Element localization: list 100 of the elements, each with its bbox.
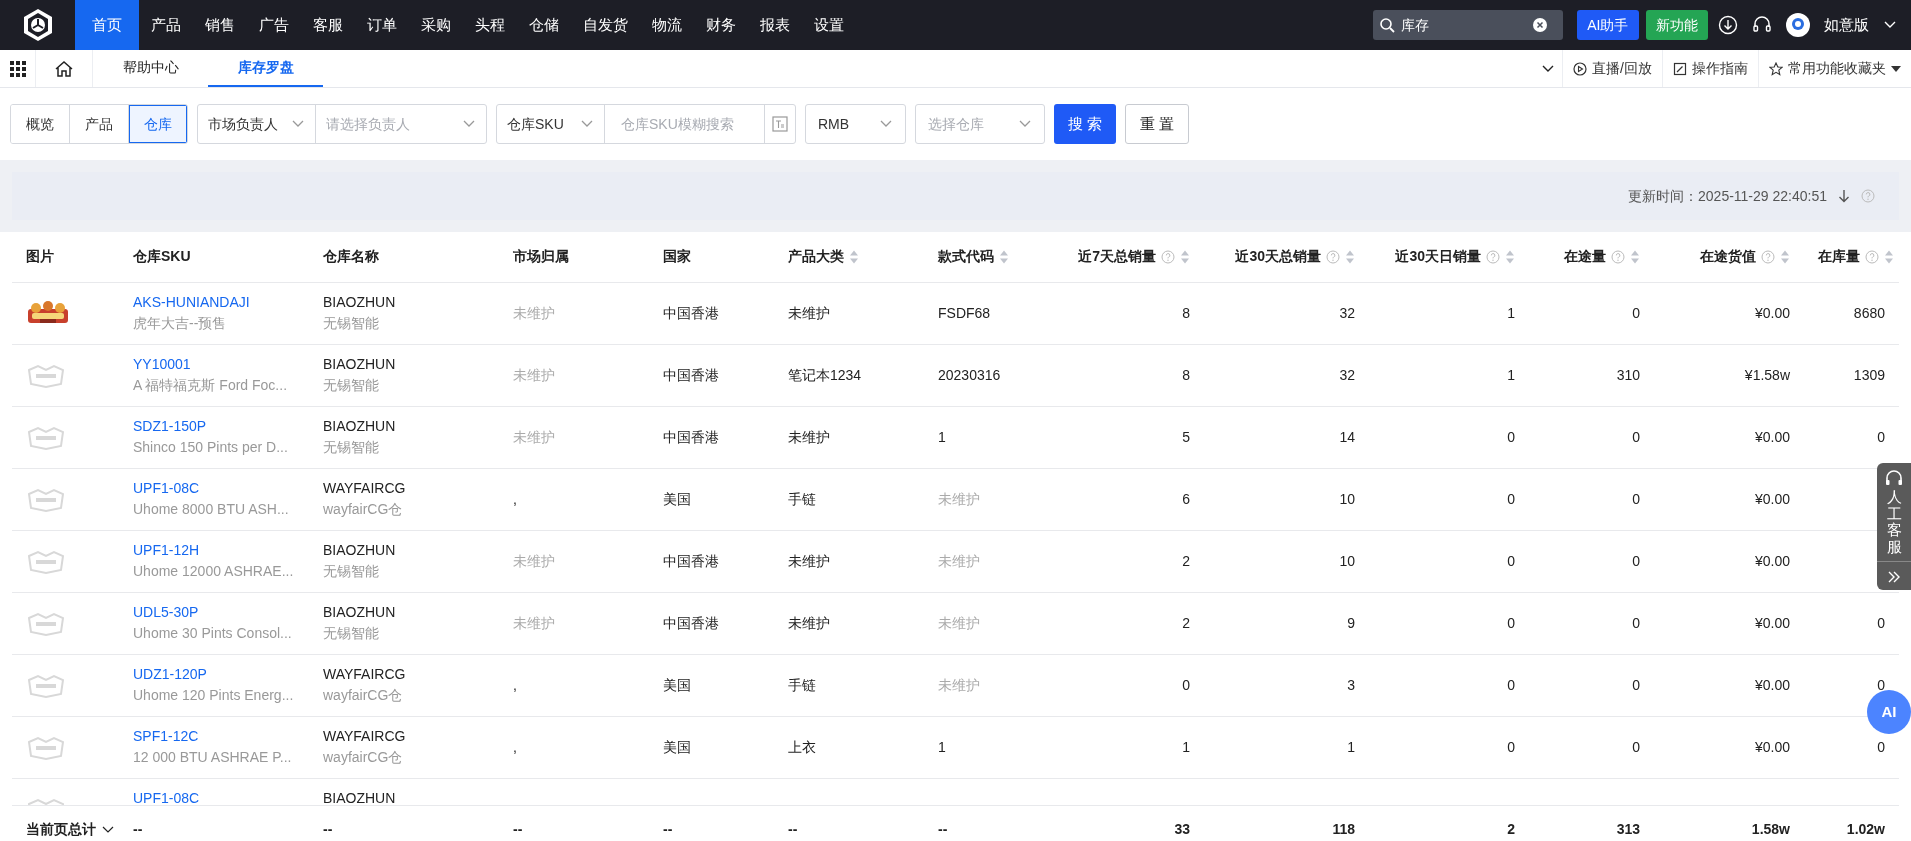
sku-link[interactable]: YY10001 [133,354,295,375]
number-cell: 0 [1632,491,1640,507]
sku-link[interactable]: SPF1-12C [133,726,295,747]
number-cell: ¥0.00 [1754,429,1790,445]
nav-menu-item[interactable]: 采购 [409,0,463,50]
sku-search-box[interactable]: 仓库SKU模糊搜索 [605,105,765,143]
search-box[interactable]: 库存 [1373,10,1564,40]
style-code: FSDF68 [938,304,991,321]
clear-icon[interactable] [1533,18,1548,32]
market-text: , [513,677,517,693]
total-cell: 2 [1507,821,1515,838]
nav-menu-item[interactable]: 物流 [640,0,694,50]
ai-assistant-button[interactable]: AI助手 [1577,10,1639,40]
search-field[interactable]: 库存 [1399,13,1530,37]
caret-down-icon[interactable] [1891,63,1901,74]
warehouse-code: WAYFAIRCG [323,727,407,746]
total-cell: 313 [1616,821,1640,838]
avatar-icon[interactable] [1786,13,1810,37]
warehouse-name: 无锡智能 [323,313,380,333]
page-tab[interactable]: 帮助中心 [93,50,208,87]
nav-menu-item[interactable]: 产品 [139,0,193,50]
nav-menu-item[interactable]: 财务 [694,0,748,50]
help-icon [1326,249,1340,264]
sku-link[interactable]: UDL5-30P [133,602,295,623]
number-cell: 310 [1616,367,1640,383]
number-cell: 1 [1182,739,1190,755]
category-text: 未维护 [788,615,830,631]
toolbar-link[interactable]: 操作指南 [1692,58,1748,79]
warehouse-code: BIAOZHUN [323,541,397,560]
nav-menu-item[interactable]: 自发货 [571,0,640,50]
market-text: , [513,491,517,507]
sku-link[interactable]: SDZ1-150P [133,416,295,437]
column-header[interactable]: 在途货值 [1700,246,1756,268]
headset-icon[interactable] [1752,15,1772,35]
sku-link[interactable]: UDZ1-120P [133,664,295,685]
number-cell: 8 [1182,304,1190,321]
number-cell: 1309 [1853,367,1885,383]
home-icon[interactable] [54,59,74,78]
number-cell: 0 [1877,739,1885,755]
style-code: 未维护 [938,491,980,507]
number-cell: 0 [1632,615,1640,631]
number-cell: 2 [1182,615,1190,631]
sku-link[interactable]: AKS-HUNIANDAJI [133,291,295,313]
page-total-label[interactable]: 当前页总计 [26,819,96,841]
product-name: Uhome 120 Pints Energ... [133,686,295,705]
column-header[interactable]: 在途量 [1564,246,1606,268]
warehouse-code: WAYFAIRCG [323,479,407,498]
column-header[interactable]: 款式代码 [938,246,994,268]
view-toggle[interactable]: 仓库 [129,105,187,143]
nav-menu-item[interactable]: 仓储 [517,0,571,50]
customer-service-widget[interactable]: 人工客服 [1877,463,1911,590]
style-code: 1 [938,739,946,755]
nav-menu-item[interactable]: 首页 [75,0,139,50]
nav-menu-item[interactable]: 广告 [247,0,301,50]
view-toggle[interactable]: 概览 [11,105,70,143]
nav-menu-item[interactable]: 设置 [802,0,856,50]
column-header[interactable]: 近30天总销量 [1235,246,1321,268]
warehouse-name: wayfairCG仓 [323,500,404,519]
apps-grid-icon[interactable] [9,60,26,77]
nav-menu-item[interactable]: 销售 [193,0,247,50]
search-icon [1379,17,1396,33]
toolbar-link[interactable]: 常用功能收藏夹 [1788,58,1886,79]
nav-menu-item[interactable]: 头程 [463,0,517,50]
country-text: 美国 [663,491,691,507]
total-cell: -- [323,821,333,838]
arrow-down-icon[interactable] [1837,189,1851,203]
column-header[interactable]: 近7天总销量 [1078,246,1156,268]
column-header[interactable]: 近30天日销量 [1395,246,1481,268]
double-chevron-icon[interactable] [1887,570,1901,583]
reset-button[interactable]: 重 置 [1125,104,1190,144]
market-text: 未维护 [513,553,555,569]
category-text: 未维护 [788,429,830,445]
number-cell: 0 [1632,677,1640,693]
warehouse-code: BIAOZHUN [323,292,397,312]
sku-search-field[interactable]: 仓库SKU模糊搜索 [605,113,755,135]
currency-select[interactable]: RMB [805,104,906,144]
help-icon [1865,249,1879,264]
number-cell: 8 [1182,367,1190,383]
column-header[interactable]: 在库量 [1818,246,1860,268]
sku-link[interactable]: UPF1-08C [133,478,295,499]
column-header[interactable]: 产品大类 [788,246,844,268]
product-name: 虎年大吉--预售 [133,313,228,333]
edit-icon [1673,61,1687,76]
download-icon[interactable] [1718,15,1738,35]
sku-link[interactable]: UPF1-12H [133,540,295,561]
nav-menu-item[interactable]: 客服 [301,0,355,50]
number-cell: 5 [1182,429,1190,445]
toolbar-link[interactable]: 直播/回放 [1592,58,1652,79]
country-text: 中国香港 [663,553,719,569]
batch-input-icon[interactable] [772,116,788,132]
warehouse-name: 无锡智能 [323,624,380,643]
sku-link[interactable]: UPF1-08C [133,788,295,805]
sku-type-select[interactable]: 仓库SKU [497,105,605,143]
edition-label[interactable]: 如意版 [1824,13,1869,37]
search-button[interactable]: 搜 索 [1054,104,1117,144]
nav-menu-item[interactable]: 订单 [355,0,409,50]
number-cell: 10 [1339,491,1355,507]
nav-menu-item[interactable]: 报表 [748,0,802,50]
number-cell: 0 [1507,677,1515,693]
total-cell: 1.02w [1846,821,1885,838]
